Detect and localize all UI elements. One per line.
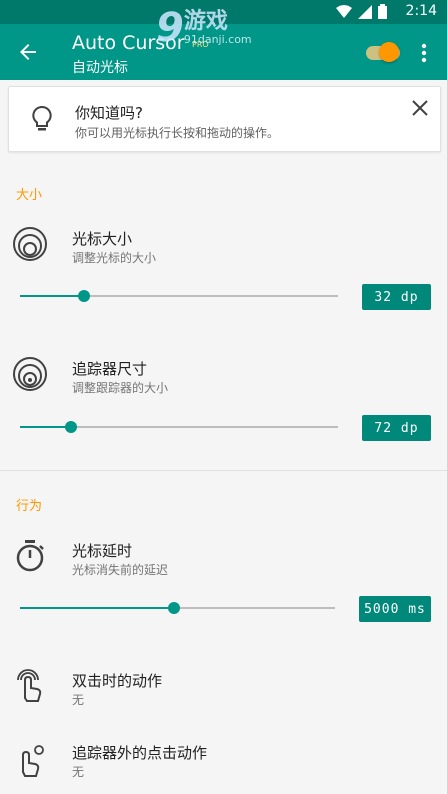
outside-tap-summary: 无 bbox=[72, 765, 85, 779]
tracker-size-title: 追踪器尺寸 bbox=[72, 360, 148, 378]
tip-title: 你知道吗? bbox=[75, 104, 143, 122]
more-vert-icon[interactable] bbox=[418, 42, 430, 64]
cursor-delay-value[interactable]: 5000 ms bbox=[359, 596, 431, 622]
section-label-behavior: 行为 bbox=[16, 499, 43, 514]
watermark-logo: 9 游戏 91danji.com bbox=[156, 4, 252, 52]
status-icons bbox=[336, 4, 387, 19]
tracker-size-slider[interactable] bbox=[20, 419, 338, 435]
status-time: 2:14 bbox=[405, 3, 437, 19]
double-tap-title: 双击时的动作 bbox=[72, 672, 163, 690]
cursor-size-title: 光标大小 bbox=[72, 230, 133, 248]
timer-icon bbox=[16, 540, 44, 572]
service-toggle[interactable] bbox=[366, 41, 400, 63]
tip-card: 你知道吗? 你可以用光标执行长按和拖动的操作。 bbox=[8, 86, 441, 152]
slider-fill bbox=[20, 607, 174, 609]
cursor-size-slider[interactable] bbox=[20, 288, 338, 304]
slider-fill bbox=[20, 295, 84, 297]
double-tap-gesture-icon bbox=[17, 669, 42, 702]
cursor-size-icon bbox=[13, 227, 47, 261]
lightbulb-icon bbox=[32, 105, 52, 131]
outside-tap-title: 追踪器外的点击动作 bbox=[72, 744, 208, 762]
toggle-thumb bbox=[379, 42, 399, 62]
battery-icon bbox=[378, 4, 387, 19]
signal-icon bbox=[358, 4, 372, 19]
cursor-delay-title: 光标延时 bbox=[72, 542, 133, 560]
cursor-delay-slider[interactable] bbox=[20, 600, 335, 616]
cursor-delay-summary: 光标消失前的延迟 bbox=[72, 563, 169, 577]
watermark-url: 91danji.com bbox=[183, 33, 252, 46]
tracker-size-value[interactable]: 72 dp bbox=[362, 415, 431, 441]
tracker-size-summary: 调整跟踪器的大小 bbox=[72, 381, 169, 395]
watermark-number: 9 bbox=[156, 5, 184, 51]
close-icon[interactable] bbox=[411, 99, 429, 117]
tracker-size-icon bbox=[13, 357, 47, 391]
section-label-size: 大小 bbox=[16, 188, 43, 203]
cursor-size-value[interactable]: 32 dp bbox=[362, 284, 431, 310]
slider-thumb[interactable] bbox=[168, 602, 180, 614]
section-divider bbox=[0, 470, 447, 471]
double-tap-summary: 无 bbox=[72, 693, 85, 707]
wifi-icon bbox=[336, 4, 352, 18]
back-arrow-icon[interactable] bbox=[16, 40, 40, 64]
tip-body: 你可以用光标执行长按和拖动的操作。 bbox=[75, 126, 280, 140]
slider-thumb[interactable] bbox=[65, 421, 77, 433]
slider-fill bbox=[20, 426, 71, 428]
app-subtitle: 自动光标 bbox=[72, 60, 128, 76]
watermark-title: 游戏 bbox=[183, 9, 228, 34]
cursor-size-summary: 调整光标的大小 bbox=[72, 251, 157, 265]
tap-outside-gesture-icon bbox=[22, 745, 44, 777]
slider-thumb[interactable] bbox=[78, 290, 90, 302]
